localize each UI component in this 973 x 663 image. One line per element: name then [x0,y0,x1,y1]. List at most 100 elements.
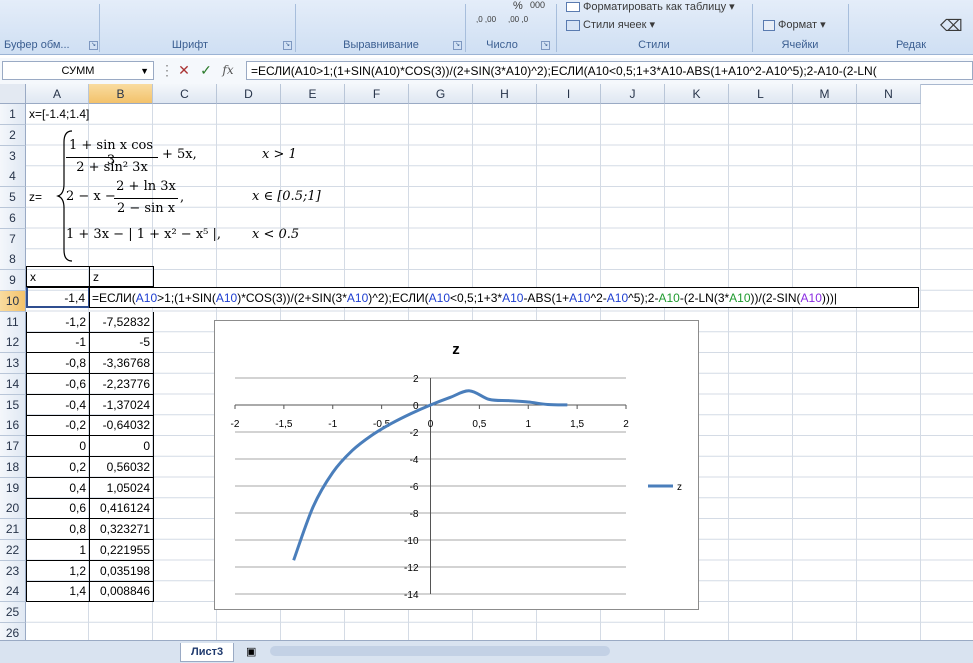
row-header-11[interactable]: 11 [0,311,26,333]
horizontal-scrollbar[interactable] [270,646,610,656]
font-launcher-icon[interactable]: ↘ [283,41,292,50]
row-header-16[interactable]: 16 [0,415,26,437]
row-header-12[interactable]: 12 [0,332,26,354]
column-header-b[interactable]: B [89,84,153,104]
row-header-4[interactable]: 4 [0,166,26,188]
cell-x-value[interactable]: 1,2 [26,560,90,582]
row-header-24[interactable]: 24 [0,581,26,603]
alignment-launcher-icon[interactable]: ↘ [453,41,462,50]
cell-z-value[interactable]: -2,23776 [89,373,154,395]
format-as-table-button[interactable]: Форматировать как таблицу ▾ [566,0,735,13]
cell-b10-editor[interactable]: =ЕСЛИ(A10>1;(1+SIN(A10)*COS(3))/(2+SIN(3… [89,287,919,308]
tab-sheet3[interactable]: Лист3 [180,643,235,662]
select-all-button[interactable] [0,84,26,104]
cell-x-value[interactable]: -1,2 [26,311,90,333]
format-icon [763,19,775,31]
cell-x-value[interactable]: 1,4 [26,581,90,603]
thousands-button[interactable]: 000 [530,0,545,10]
cell-z-value[interactable]: -0,64032 [89,415,154,437]
cell-x-value[interactable]: 0,8 [26,519,90,540]
column-header-m[interactable]: M [793,84,857,104]
cell-styles-button[interactable]: Стили ячеек ▾ [566,18,655,31]
cell-x-value[interactable]: -1 [26,332,90,354]
column-header-f[interactable]: F [345,84,409,104]
increase-decimal-button[interactable]: ,0 ,00 [476,16,506,24]
row-header-3[interactable]: 3 [0,145,26,167]
row-header-10[interactable]: 10 [0,290,26,312]
cell-z-value[interactable]: -7,52832 [89,311,154,333]
column-header-j[interactable]: J [601,84,665,104]
row-header-6[interactable]: 6 [0,207,26,229]
header-z[interactable]: z [89,266,154,287]
row-header-25[interactable]: 25 [0,602,26,623]
cell-z-value[interactable]: -1,37024 [89,394,154,416]
row-header-5[interactable]: 5 [0,187,26,208]
cell-z-value[interactable]: 0,035198 [89,560,154,582]
percent-button[interactable]: % [513,0,523,12]
cell-x-value[interactable]: -0,2 [26,415,90,437]
column-header-g[interactable]: G [409,84,473,104]
row-header-15[interactable]: 15 [0,394,26,416]
cell-a10[interactable]: -1,4 [26,287,90,308]
row-header-22[interactable]: 22 [0,539,26,561]
row-header-23[interactable]: 23 [0,560,26,582]
row-header-17[interactable]: 17 [0,436,26,457]
cell-x-value[interactable]: 1 [26,539,90,561]
cell-x-value[interactable]: -0,6 [26,373,90,395]
number-launcher-icon[interactable]: ↘ [541,41,550,50]
eraser-icon[interactable]: ⌫ [940,16,963,36]
new-sheet-icon[interactable]: ▣ [236,643,266,661]
cancel-icon[interactable]: ✕ [174,61,194,80]
cell-z-value[interactable]: 0,008846 [89,581,154,603]
name-box[interactable]: СУММ ▼ [2,61,154,80]
equation-object[interactable]: 1 + sin x cos 3 2 + sin² 3x + 5x, x > 1 … [56,128,346,264]
cell-z-value[interactable]: 0,416124 [89,498,154,520]
row-header-21[interactable]: 21 [0,519,26,540]
column-header-n[interactable]: N [857,84,921,104]
column-header-c[interactable]: C [153,84,217,104]
chart[interactable]: -2 -1,5 -1 -0,5 0 0,5 1 1,5 2 2 0 -2 -4 -6 -8 -10 -12 -14… [214,320,699,610]
cell-x-value[interactable]: 0 [26,436,90,457]
row-header-8[interactable]: 8 [0,249,26,271]
column-header-a[interactable]: A [26,84,89,104]
check-icon[interactable]: ✓ [196,61,216,80]
row-header-9[interactable]: 9 [0,270,26,291]
group-styles: Стили [638,39,670,51]
row-header-2[interactable]: 2 [0,124,26,146]
formula-bar: СУММ ▼ ⋮ ✕ ✓ fx =ЕСЛИ(A10>1;(1+SIN(A10)*C… [0,58,973,85]
row-header-19[interactable]: 19 [0,477,26,499]
cell-z-value[interactable]: -5 [89,332,154,354]
row-header-1[interactable]: 1 [0,104,26,125]
row-header-20[interactable]: 20 [0,498,26,520]
chevron-down-icon[interactable]: ▼ [140,62,149,81]
column-header-l[interactable]: L [729,84,793,104]
cell-z-value[interactable]: 0,323271 [89,519,154,540]
column-header-i[interactable]: I [537,84,601,104]
column-header-e[interactable]: E [281,84,345,104]
cell-z-value[interactable]: 0,221955 [89,539,154,561]
cell-a1[interactable]: x=[-1.4;1.4] [26,104,92,125]
insert-function-button[interactable]: fx [218,61,238,80]
cell-x-value[interactable]: 0,6 [26,498,90,520]
formula-input[interactable]: =ЕСЛИ(A10>1;(1+SIN(A10)*COS(3))/(2+SIN(3… [246,61,973,80]
header-x[interactable]: x [26,266,90,287]
cell-z-value[interactable]: -3,36768 [89,353,154,374]
row-header-14[interactable]: 14 [0,373,26,395]
cell-z-value[interactable]: 1,05024 [89,477,154,499]
cell-z-value[interactable]: 0 [89,436,154,457]
row-header-18[interactable]: 18 [0,456,26,478]
decrease-decimal-button[interactable]: ,00 ,0 [508,16,538,24]
cell-x-value[interactable]: -0,8 [26,353,90,374]
column-header-h[interactable]: H [473,84,537,104]
column-header-d[interactable]: D [217,84,281,104]
cell-x-value[interactable]: 0,4 [26,477,90,499]
cell-x-value[interactable]: -0,4 [26,394,90,416]
row-header-13[interactable]: 13 [0,353,26,374]
format-button[interactable]: Формат ▾ [763,18,826,31]
cell-z-value[interactable]: 0,56032 [89,456,154,478]
row-header-7[interactable]: 7 [0,228,26,250]
clipboard-launcher-icon[interactable]: ↘ [89,41,98,50]
cell-x-value[interactable]: 0,2 [26,456,90,478]
cell-a5[interactable]: z= [26,187,45,208]
column-header-k[interactable]: K [665,84,729,104]
